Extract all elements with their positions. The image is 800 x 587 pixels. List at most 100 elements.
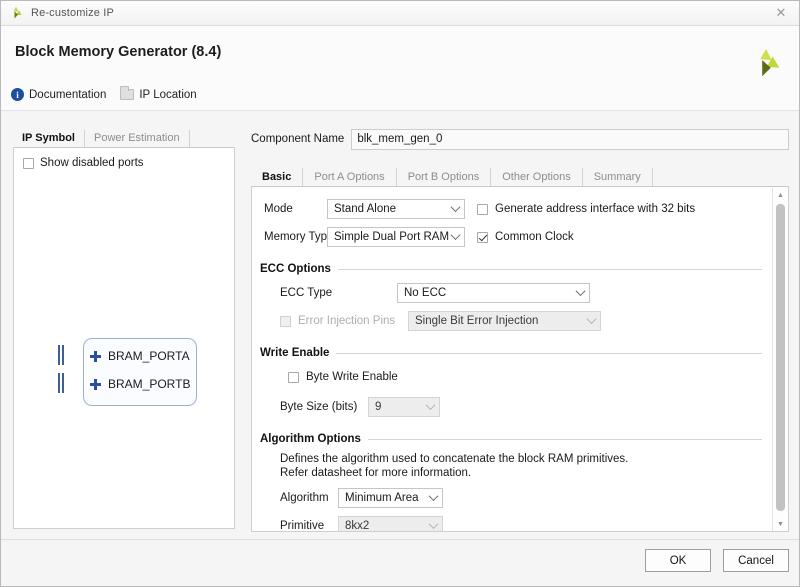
primitive-row: Primitive 8kx2 [280,514,772,532]
basic-tab-content: Mode Stand Alone Generate address interf… [252,187,772,532]
component-name-label: Component Name [251,133,345,145]
basic-tab-scroll-host: Mode Stand Alone Generate address interf… [251,187,789,532]
ip-symbol-panel: IP Symbol Power Estimation Show disabled… [13,128,235,531]
component-name-row: Component Name blk_mem_gen_0 [251,128,789,150]
tab-basic[interactable]: Basic [251,168,304,186]
xilinx-logo-icon [8,5,24,21]
dialog-body: IP Symbol Power Estimation Show disabled… [1,111,799,541]
error-injection-pins-row: Error Injection Pins Single Bit Error In… [280,309,772,333]
window-title: Re-customize IP [31,7,114,19]
chevron-down-icon [428,491,439,502]
generate-address-interface-label: Generate address interface with 32 bits [495,203,696,215]
ecc-type-label: ECC Type [280,287,333,299]
algorithm-options-section-header: Algorithm Options [260,433,772,445]
mode-label: Mode [264,203,293,215]
algorithm-row: Algorithm Minimum Area [280,486,772,510]
folder-icon [120,86,135,100]
cancel-button[interactable]: Cancel [723,549,789,572]
chevron-down-icon [428,519,439,530]
tab-power-estimation[interactable]: Power Estimation [85,130,190,147]
re-customize-ip-dialog: Re-customize IP ✕ Block Memory Generator… [0,0,800,587]
generate-address-interface-row[interactable]: Generate address interface with 32 bits [477,203,695,215]
dialog-header: Block Memory Generator (8.4) i Documenta… [1,26,799,111]
algorithm-label: Algorithm [280,492,329,504]
mode-row: Mode Stand Alone Generate address interf… [264,197,772,221]
ip-config-panel: Component Name blk_mem_gen_0 Basic Port … [251,128,789,532]
symbol-port-label-porta: BRAM_PORTA [108,349,190,363]
tab-ip-symbol[interactable]: IP Symbol [13,130,85,147]
common-clock-row[interactable]: Common Clock [477,231,574,243]
ip-location-label: IP Location [139,88,197,101]
tab-port-a-options[interactable]: Port A Options [303,168,397,186]
window-titlebar: Re-customize IP ✕ [1,1,799,26]
section-divider [336,352,762,354]
config-tabstrip: Basic Port A Options Port B Options Othe… [251,166,789,187]
config-vertical-scrollbar[interactable]: ▲ ▼ [772,188,787,531]
tab-summary[interactable]: Summary [583,168,653,186]
show-disabled-ports-row[interactable]: Show disabled ports [23,157,144,169]
primitive-label: Primitive [280,520,325,532]
ok-button[interactable]: OK [645,549,711,572]
byte-write-enable-checkbox[interactable] [288,371,299,383]
ecc-type-dropdown[interactable]: No ECC [397,283,590,303]
tab-port-b-options[interactable]: Port B Options [397,168,492,186]
algorithm-dropdown[interactable]: Minimum Area [338,488,443,508]
algorithm-value: Minimum Area [345,492,419,504]
byte-size-label: Byte Size (bits) [280,401,358,413]
write-enable-title: Write Enable [260,347,330,359]
primitive-dropdown: 8kx2 [338,516,443,532]
memory-type-value: Simple Dual Port RAM [334,231,450,243]
chevron-down-icon [450,202,461,213]
chevron-up-icon[interactable]: ▲ [773,188,788,202]
documentation-label: Documentation [29,88,107,101]
bus-stub-porta-icon [58,345,66,365]
byte-write-enable-label: Byte Write Enable [306,371,398,383]
error-injection-type-value: Single Bit Error Injection [415,315,539,327]
write-enable-section-header: Write Enable [260,347,772,359]
scrollbar-thumb[interactable] [776,204,785,511]
close-icon[interactable]: ✕ [761,1,799,25]
chevron-down-icon [586,314,597,325]
common-clock-checkbox[interactable] [477,231,488,243]
ip-location-link[interactable]: IP Location [120,86,197,101]
plus-icon[interactable] [90,378,101,390]
chevron-down-icon [450,230,461,241]
symbol-port-portb[interactable]: BRAM_PORTB [90,377,190,391]
algorithm-description-line1: Defines the algorithm used to concatenat… [280,453,629,465]
byte-size-dropdown: 9 [368,397,440,417]
primitive-value: 8kx2 [345,520,370,532]
error-injection-pins-label: Error Injection Pins [298,315,396,327]
chevron-down-icon [425,400,436,411]
component-name-input[interactable]: blk_mem_gen_0 [351,128,789,150]
ecc-options-title: ECC Options [260,263,331,275]
section-divider [367,438,762,440]
symbol-canvas: Show disabled ports BRAM_PORTA BRAM_PORT… [13,148,235,529]
ecc-options-section-header: ECC Options [260,263,772,275]
error-injection-type-dropdown: Single Bit Error Injection [408,311,601,331]
plus-icon[interactable] [90,350,101,362]
mode-dropdown[interactable]: Stand Alone [327,199,465,219]
xilinx-brand-logo-icon [747,44,785,82]
algorithm-description-line2: Refer datasheet for more information. [280,467,472,479]
byte-size-value: 9 [375,401,382,413]
tab-other-options[interactable]: Other Options [491,168,583,186]
generate-address-interface-checkbox[interactable] [477,203,488,215]
page-title: Block Memory Generator (8.4) [15,44,222,60]
error-injection-pins-checkbox [280,315,291,327]
ecc-type-row: ECC Type No ECC [280,281,772,305]
dialog-footer: OK Cancel [1,539,799,586]
left-tabstrip: IP Symbol Power Estimation [13,128,235,148]
show-disabled-ports-label: Show disabled ports [40,157,144,169]
bus-stub-portb-icon [58,373,66,393]
documentation-link[interactable]: i Documentation [11,88,106,101]
show-disabled-ports-checkbox[interactable] [23,157,34,169]
mode-value: Stand Alone [334,203,397,215]
ecc-type-value: No ECC [404,287,447,299]
chevron-down-icon[interactable]: ▼ [773,517,788,531]
chevron-down-icon [575,286,586,297]
symbol-port-porta[interactable]: BRAM_PORTA [90,349,190,363]
byte-size-row: Byte Size (bits) 9 [280,395,772,419]
byte-write-enable-row[interactable]: Byte Write Enable [288,365,772,389]
memory-type-dropdown[interactable]: Simple Dual Port RAM [327,227,465,247]
header-links: i Documentation IP Location [11,86,197,101]
